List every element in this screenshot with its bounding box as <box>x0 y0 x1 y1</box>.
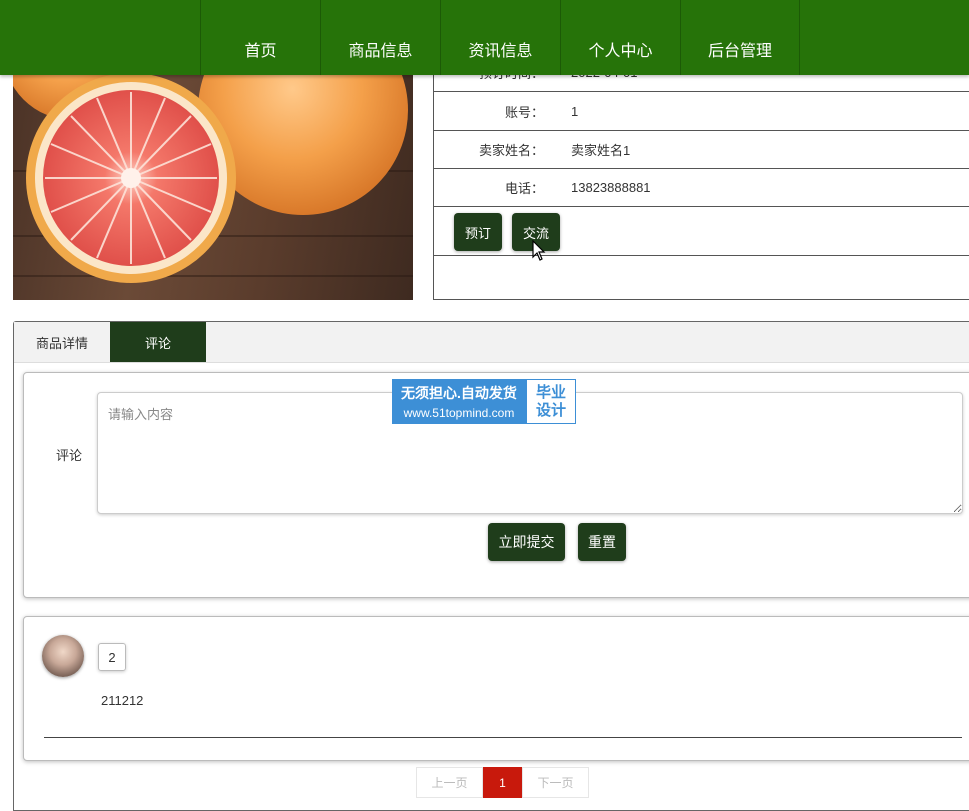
watermark-left: 无须担心.自动发货 www.51topmind.com <box>392 379 526 424</box>
reset-button[interactable]: 重置 <box>578 523 626 561</box>
top-nav: 首页 商品信息 资讯信息 个人中心 后台管理 <box>0 0 969 75</box>
info-value: 13823888881 <box>571 180 651 195</box>
info-label: 电话： <box>504 181 544 196</box>
watermark-right: 毕业 设计 <box>526 379 576 424</box>
comment-label: 评论 <box>56 448 83 463</box>
mouse-cursor-icon <box>532 240 546 261</box>
tab-product-details[interactable]: 商品详情 <box>14 322 110 362</box>
watermark-url: www.51topmind.com <box>403 406 515 420</box>
next-page-button[interactable]: 下一页 <box>522 767 589 798</box>
comment-divider <box>44 737 962 738</box>
info-label: 账号： <box>504 105 544 120</box>
submit-button[interactable]: 立即提交 <box>488 523 565 561</box>
avatar <box>42 635 84 677</box>
nav-item-products[interactable]: 商品信息 <box>320 0 440 75</box>
nav-menu: 首页 商品信息 资讯信息 个人中心 后台管理 <box>200 0 800 75</box>
watermark-slogan: 无须担心.自动发货 <box>401 385 517 401</box>
comment-user: 2 <box>98 643 126 671</box>
info-row-seller-name: 卖家姓名： 卖家姓名1 <box>434 131 969 169</box>
info-label: 卖家姓名： <box>478 143 544 158</box>
comment-text: 211212 <box>101 693 144 708</box>
watermark-right-top: 毕业 <box>535 383 566 401</box>
comment-list-card <box>23 616 969 761</box>
page-1-button[interactable]: 1 <box>483 767 522 798</box>
pagination: 上一页 1 下一页 <box>416 767 589 798</box>
nav-item-news[interactable]: 资讯信息 <box>440 0 560 75</box>
product-image <box>13 60 413 300</box>
product-info-table: 预订时间： 2022-04-01 账号： 1 卖家姓名： 卖家姓名1 电话： 1… <box>433 60 969 300</box>
nav-item-home[interactable]: 首页 <box>200 0 320 75</box>
reserve-button[interactable]: 预订 <box>454 213 502 251</box>
nav-item-admin[interactable]: 后台管理 <box>680 0 800 75</box>
info-value: 1 <box>571 104 579 119</box>
tab-bar: 商品详情 评论 <box>14 322 969 363</box>
info-value: 卖家姓名1 <box>571 143 631 158</box>
prev-page-button[interactable]: 上一页 <box>416 767 483 798</box>
info-row-phone: 电话： 13823888881 <box>434 169 969 207</box>
info-row-account: 账号： 1 <box>434 93 969 131</box>
nav-item-profile[interactable]: 个人中心 <box>560 0 680 75</box>
watermark-banner: 无须担心.自动发货 www.51topmind.com 毕业 设计 <box>392 379 576 424</box>
watermark-right-bottom: 设计 <box>535 401 566 419</box>
tab-comments[interactable]: 评论 <box>110 322 206 362</box>
